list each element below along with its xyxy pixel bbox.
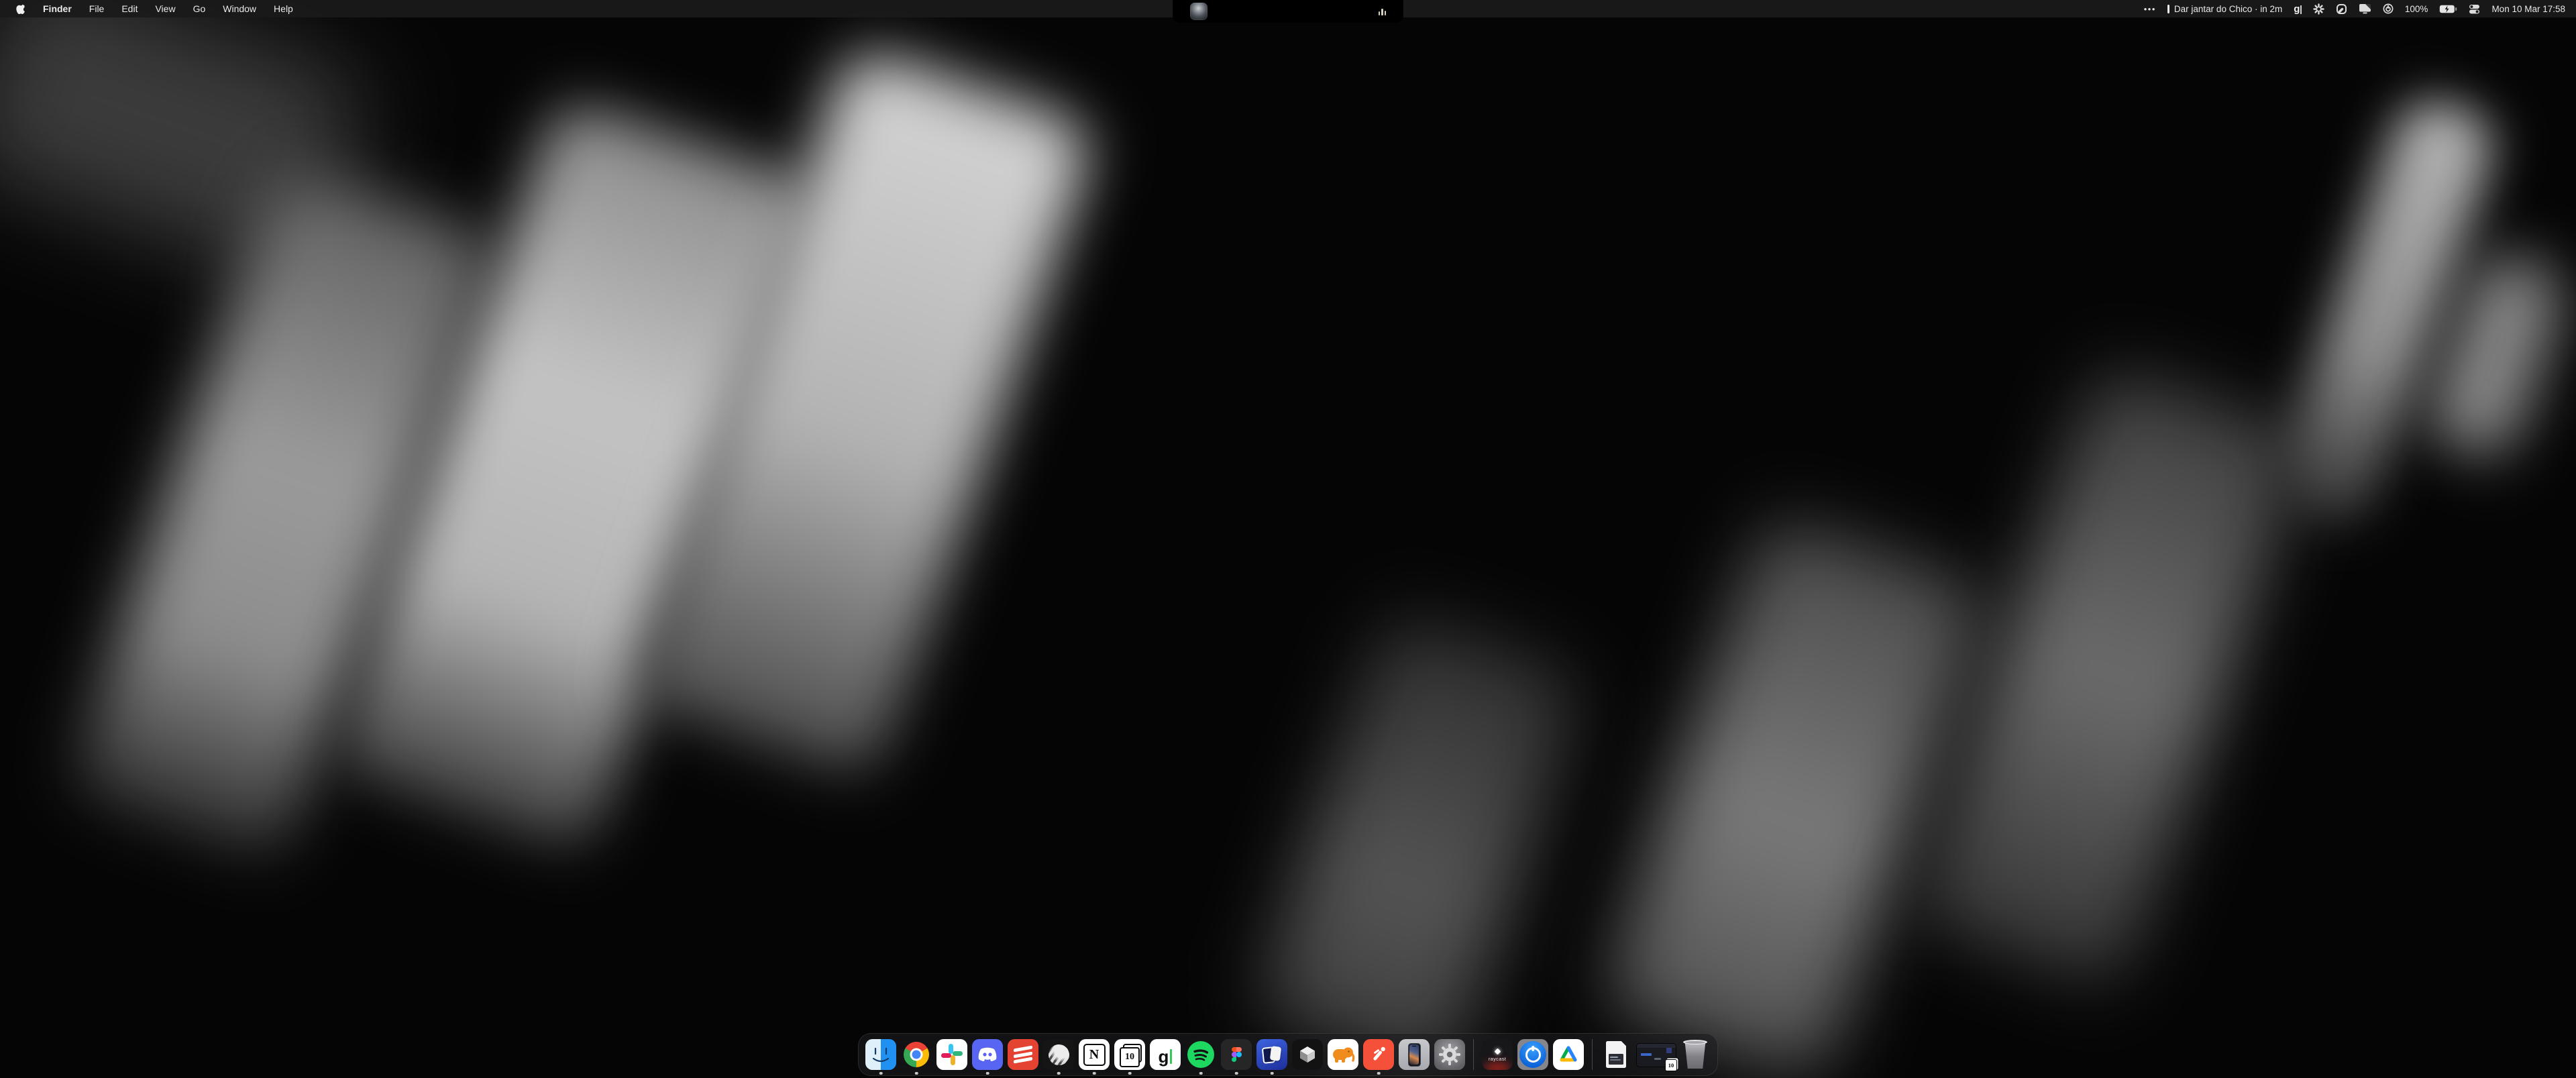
dock-item-notion-calendar[interactable]: 10 [1114,1039,1145,1070]
granola-cursor-icon [2300,5,2302,14]
gear-flower-icon[interactable] [2313,3,2324,15]
superhuman-icon [1363,1039,1394,1070]
menubar-clock[interactable]: Mon 10 Mar 17:58 [2491,4,2565,14]
dock-item-chrome[interactable] [901,1039,932,1070]
control-center-icon[interactable] [2469,4,2480,14]
granola-menubar-icon[interactable]: g [2294,3,2302,15]
granola-glyph: g [1159,1048,1169,1065]
mammoth-icon [1328,1039,1358,1070]
minimized-window-app-badge: 10 [1665,1059,1677,1071]
raycast-icon: raycast [1482,1039,1513,1070]
menu-item-go[interactable]: Go [193,3,206,14]
slack-icon [936,1039,967,1070]
spotify-icon [1187,1041,1214,1068]
dock-item-iphone-mirroring[interactable] [1399,1039,1430,1070]
granola-glyph: g [2294,3,2300,15]
dock-item-todoist[interactable] [1008,1039,1038,1070]
menu-app-name[interactable]: Finder [43,3,72,14]
striped-sphere-icon [1043,1039,1074,1070]
desktop-wallpaper [0,0,2576,1078]
notion-calendar-date: 10 [1125,1052,1134,1063]
dock-item-blue-cards-app[interactable] [1256,1039,1287,1070]
trash-icon [1684,1042,1707,1069]
dock-item-notion[interactable]: N [1079,1039,1110,1070]
notion-glyph: N [1089,1047,1099,1063]
hidden-items-overflow-icon[interactable]: ••• [2144,4,2156,14]
dock-separator [1592,1039,1593,1070]
menu-item-view[interactable]: View [155,3,175,14]
apple-menu-icon[interactable] [16,3,25,15]
dock-item-slack[interactable] [936,1039,967,1070]
wallpaper-streak [1909,362,2311,992]
dock-item-figma[interactable] [1221,1039,1252,1070]
notch-media-island[interactable] [1173,0,1403,23]
wallpaper-streak [1250,608,1587,1078]
battery-percent-label: 100% [2405,4,2428,14]
wallpaper-streak [1599,513,1991,1078]
dock-item-mammoth[interactable] [1328,1039,1358,1070]
todoist-icon [1008,1039,1038,1070]
1password-icon [1517,1039,1548,1070]
dock-item-raycast[interactable]: raycast [1482,1039,1513,1070]
dock-item-trash[interactable] [1680,1039,1711,1070]
iphone-mirroring-icon [1399,1039,1430,1070]
notion-calendar-icon: 10 [1114,1039,1145,1070]
dock-item-striped-sphere-app[interactable] [1043,1039,1074,1070]
now-playing-album-art[interactable] [1190,3,1208,20]
dock-item-finder[interactable] [865,1039,896,1070]
battery-charging-icon[interactable] [2439,5,2457,13]
dock: N 10 g [858,1033,1718,1076]
screenshot-tool-icon[interactable] [2336,3,2347,15]
menu-item-window[interactable]: Window [223,3,256,14]
badge-date: 10 [1668,1062,1674,1069]
dock-item-spline[interactable] [1292,1039,1323,1070]
display-icon[interactable] [2359,3,2371,14]
menu-item-edit[interactable]: Edit [121,3,138,14]
reminder-menubar-widget[interactable]: Dar jantar do Chico · in 2m [2167,4,2282,14]
chrome-icon [904,1042,929,1067]
granola-icon: g [1150,1039,1181,1070]
menu-item-file[interactable]: File [89,3,105,14]
dock-item-system-settings[interactable] [1434,1039,1465,1070]
reminder-text: Dar jantar do Chico · in 2m [2174,4,2282,14]
dock-item-spotify[interactable] [1185,1039,1216,1070]
dock-item-1password[interactable] [1517,1039,1548,1070]
dock-item-document-file[interactable] [1601,1039,1631,1070]
dock-separator [1473,1039,1474,1070]
raycast-label: raycast [1489,1056,1506,1062]
menu-item-help[interactable]: Help [274,3,293,14]
spline-cube-icon [1292,1039,1323,1070]
discord-icon [972,1039,1003,1070]
dock-item-granola[interactable]: g [1150,1039,1181,1070]
dock-item-superhuman[interactable] [1363,1039,1394,1070]
finder-icon [865,1039,896,1070]
blue-cards-icon [1256,1039,1287,1070]
dock-item-minimized-window[interactable]: 10 [1636,1039,1675,1070]
audio-waveform-icon [1379,7,1387,15]
power-circle-icon[interactable] [2383,3,2394,14]
notion-icon: N [1079,1039,1110,1070]
trash-rim-inner [1685,1041,1705,1044]
granola-cursor [1170,1049,1173,1064]
google-drive-icon [1553,1039,1584,1070]
document-preview [1609,1054,1623,1065]
dock-item-discord[interactable] [972,1039,1003,1070]
figma-icon [1221,1039,1252,1070]
reminder-flag-icon [2167,5,2169,13]
system-settings-gear-icon [1434,1039,1465,1070]
dock-item-google-drive[interactable] [1553,1039,1584,1070]
